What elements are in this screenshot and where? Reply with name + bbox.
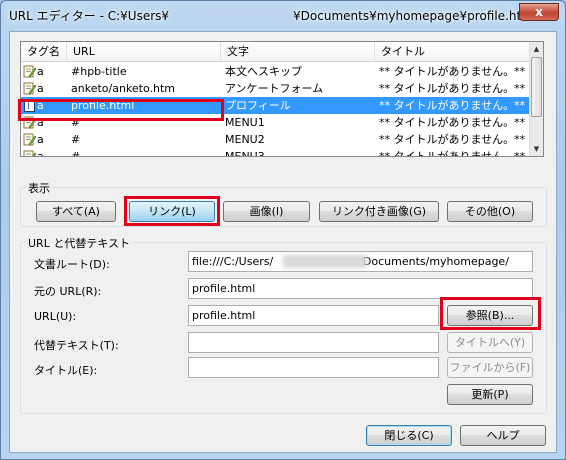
row-tag: a <box>37 133 44 146</box>
update-button[interactable]: 更新(P) <box>447 384 533 405</box>
original-url-field[interactable]: profile.html <box>188 278 533 299</box>
row-title: ** タイトルがありません。** <box>379 65 526 78</box>
highlight-links-button <box>124 196 220 226</box>
page-edit-icon <box>23 150 36 156</box>
original-url-label: 元の URL(R): <box>34 285 102 298</box>
column-header-tag[interactable]: タグ名 <box>21 42 67 62</box>
help-button[interactable]: ヘルプ <box>460 425 546 446</box>
url-group-label: URL と代替テキスト <box>26 235 132 251</box>
close-dialog-button[interactable]: 閉じる(C) <box>366 425 452 446</box>
row-title: ** タイトルがありません。** <box>379 99 526 112</box>
page-edit-icon <box>23 133 36 146</box>
list-row[interactable]: a # MENU3 ** タイトルがありません。** <box>21 148 531 157</box>
row-url: #hpb-title <box>71 65 127 78</box>
highlight-selected-row <box>18 99 224 121</box>
row-url: # <box>71 150 81 157</box>
window-title-prefix: URL エディター - C:¥Users¥ <box>9 9 170 23</box>
column-header-text[interactable]: 文字 <box>221 42 375 62</box>
row-title: ** タイトルがありません。** <box>379 82 526 95</box>
page-edit-icon <box>23 82 36 95</box>
show-linked-images-button[interactable]: リンク付き画像(G) <box>319 201 439 222</box>
row-text: プロフィール <box>225 99 291 112</box>
window-title-suffix: ¥Documents¥myhomepage¥profile.html <box>293 9 537 23</box>
url-label: URL(U): <box>34 310 77 323</box>
title-label: タイトル(E): <box>34 364 98 377</box>
url-input[interactable]: profile.html <box>188 305 439 326</box>
row-tag: a <box>37 150 44 157</box>
alt-text-input[interactable] <box>188 332 439 353</box>
highlight-browse-button <box>440 297 541 330</box>
row-text: MENU2 <box>225 133 265 146</box>
row-text: 本文へスキップ <box>225 65 302 78</box>
row-text: MENU1 <box>225 116 265 129</box>
redacted-username <box>177 9 291 23</box>
row-text: アンケートフォーム <box>225 82 324 95</box>
page-edit-icon <box>23 65 36 78</box>
row-title: ** タイトルがありません。** <box>379 133 526 146</box>
row-url: anketo/anketo.htm <box>71 82 176 95</box>
row-title: ** タイトルがありません。** <box>379 116 526 129</box>
column-header-url[interactable]: URL <box>67 42 221 62</box>
doc-root-prefix: file:///C:/Users/ <box>192 255 274 268</box>
show-all-button[interactable]: すべて(A) <box>36 201 116 222</box>
show-others-button[interactable]: その他(O) <box>447 201 533 222</box>
doc-root-label: 文書ルート(D): <box>34 258 110 271</box>
redacted-doc-root-user <box>283 255 367 268</box>
to-title-button[interactable]: タイトルへ(Y) <box>447 332 533 353</box>
row-url: # <box>71 133 81 146</box>
doc-root-suffix: /Documents/myhomepage/ <box>359 255 509 268</box>
title-input[interactable] <box>188 357 439 378</box>
list-row[interactable]: a anketo/anketo.htm アンケートフォーム ** タイトルがありません… <box>21 80 531 97</box>
list-header: タグ名 URL 文字 タイトル <box>21 42 531 62</box>
display-group-label: 表示 <box>26 180 52 196</box>
from-file-button[interactable]: ファイルから(F) <box>447 357 533 378</box>
row-tag: a <box>37 65 44 78</box>
scroll-thumb[interactable] <box>531 57 542 117</box>
column-header-title[interactable]: タイトル <box>375 42 531 62</box>
row-title: ** タイトルがありません。** <box>379 150 526 157</box>
list-row[interactable]: a #hpb-title 本文へスキップ ** タイトルがありません。** <box>21 63 531 80</box>
show-images-button[interactable]: 画像(I) <box>223 201 310 222</box>
list-scrollbar[interactable]: ▲ ▼ <box>529 42 543 156</box>
dialog-body: タグ名 URL 文字 タイトル a #hpb-title 本文へスキップ ** タイト… <box>9 31 557 453</box>
alt-text-label: 代替テキスト(T): <box>34 339 119 352</box>
row-tag: a <box>37 82 44 95</box>
row-text: MENU3 <box>225 150 265 157</box>
scroll-down-arrow-icon[interactable]: ▼ <box>530 142 543 156</box>
title-bar[interactable]: URL エディター - C:¥Users¥ ¥Documents¥myhomepa… <box>1 1 565 31</box>
list-row[interactable]: a # MENU2 ** タイトルがありません。** <box>21 131 531 148</box>
close-window-button[interactable]: x <box>519 3 559 21</box>
url-editor-window: URL エディター - C:¥Users¥ ¥Documents¥myhomepa… <box>0 0 566 460</box>
scroll-up-arrow-icon[interactable]: ▲ <box>530 42 543 56</box>
